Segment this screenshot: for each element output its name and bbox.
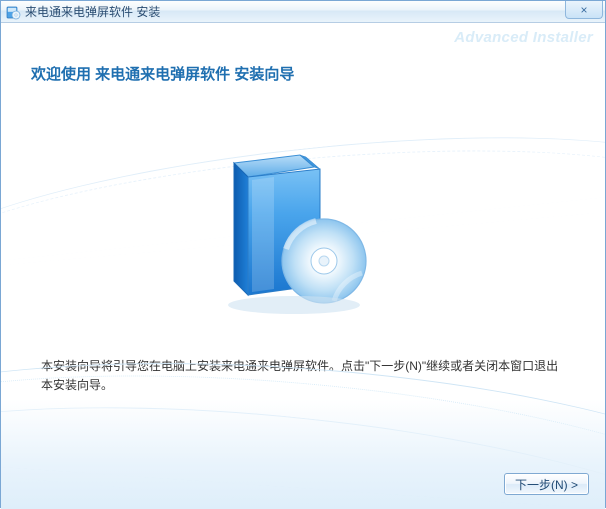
- next-button-label: 下一步(N) >: [515, 476, 578, 493]
- brand-watermark: Advanced Installer: [454, 29, 593, 46]
- close-icon: ×: [580, 4, 587, 16]
- welcome-heading: 欢迎使用 来电通来电弹屏软件 安装向导: [31, 63, 294, 84]
- installer-box-icon: [5, 4, 21, 20]
- window-title: 来电通来电弹屏软件 安装: [25, 3, 160, 20]
- wizard-body: Advanced Installer 欢迎使用 来电通来电弹屏软件 安装向导: [1, 23, 605, 509]
- next-button[interactable]: 下一步(N) >: [504, 473, 589, 495]
- description-text: 本安装向导将引导您在电脑上安装来电通来电弹屏软件。点击"下一步(N)"继续或者关…: [41, 357, 565, 395]
- software-box-with-disc-icon: [204, 153, 384, 323]
- close-button[interactable]: ×: [565, 1, 603, 19]
- titlebar: 来电通来电弹屏软件 安装 ×: [1, 1, 605, 23]
